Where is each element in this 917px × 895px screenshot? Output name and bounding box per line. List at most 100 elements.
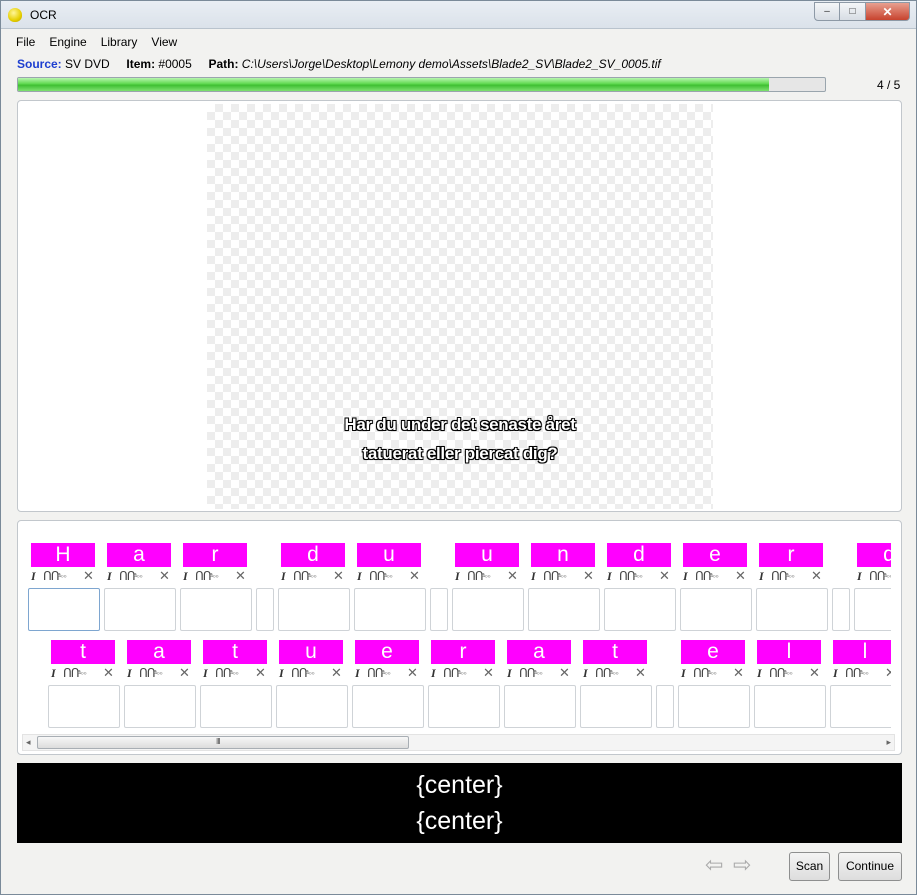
delete-glyph-icon[interactable]: ✕ [809, 665, 820, 681]
subscript-icon[interactable]: a₀₀ [707, 669, 717, 676]
italic-toggle-icon[interactable]: I [203, 666, 208, 681]
glyph-text-input[interactable] [278, 588, 350, 631]
subscript-icon[interactable]: a₀₀ [153, 669, 163, 676]
delete-glyph-icon[interactable]: ✕ [333, 568, 344, 584]
italic-toggle-icon[interactable]: I [127, 666, 132, 681]
glyph-text-input[interactable] [754, 685, 826, 728]
delete-glyph-icon[interactable]: ✕ [255, 665, 266, 681]
delete-glyph-icon[interactable]: ✕ [635, 665, 646, 681]
glyph-text-input[interactable] [528, 588, 600, 631]
continue-button[interactable]: Continue [838, 852, 902, 881]
glyph-text-input[interactable] [428, 685, 500, 728]
glyph-text-input[interactable] [756, 588, 828, 631]
glyph-text-input[interactable] [604, 588, 676, 631]
maximize-button[interactable]: □ [840, 2, 866, 21]
italic-toggle-icon[interactable]: I [507, 666, 512, 681]
italic-toggle-icon[interactable]: I [107, 569, 112, 584]
subscript-icon[interactable]: a₀₀ [229, 669, 239, 676]
delete-glyph-icon[interactable]: ✕ [559, 665, 570, 681]
glyph-text-input[interactable] [830, 685, 891, 728]
close-button[interactable]: ✕ [866, 2, 910, 21]
italic-toggle-icon[interactable]: I [31, 569, 36, 584]
italic-toggle-icon[interactable]: I [607, 569, 612, 584]
glyph-text-input[interactable] [28, 588, 100, 631]
glyph-text-input[interactable] [678, 685, 750, 728]
glyph-text-input[interactable] [180, 588, 252, 631]
delete-glyph-icon[interactable]: ✕ [409, 568, 420, 584]
forward-arrow-icon[interactable]: ⇨ [733, 854, 755, 876]
horizontal-scrollbar[interactable]: ◂ III ▸ [22, 734, 895, 751]
italic-toggle-icon[interactable]: I [455, 569, 460, 584]
scan-button[interactable]: Scan [789, 852, 830, 881]
delete-glyph-icon[interactable]: ✕ [507, 568, 518, 584]
menu-file[interactable]: File [9, 34, 42, 52]
menu-engine[interactable]: Engine [42, 34, 93, 52]
subscript-icon[interactable]: a₀₀ [709, 572, 719, 579]
scroll-right-icon[interactable]: ▸ [886, 737, 891, 748]
italic-toggle-icon[interactable]: I [683, 569, 688, 584]
back-arrow-icon[interactable]: ⇦ [705, 854, 727, 876]
italic-toggle-icon[interactable]: I [857, 569, 862, 584]
subscript-icon[interactable]: a₀₀ [57, 572, 67, 579]
italic-toggle-icon[interactable]: I [681, 666, 686, 681]
subscript-icon[interactable]: a₀₀ [307, 572, 317, 579]
italic-toggle-icon[interactable]: I [757, 666, 762, 681]
glyph-text-input[interactable] [680, 588, 752, 631]
italic-toggle-icon[interactable]: I [431, 666, 436, 681]
delete-glyph-icon[interactable]: ✕ [103, 665, 114, 681]
glyph-text-input[interactable] [580, 685, 652, 728]
delete-glyph-icon[interactable]: ✕ [407, 665, 418, 681]
subscript-icon[interactable]: a₀₀ [859, 669, 869, 676]
subscript-icon[interactable]: a₀₀ [481, 572, 491, 579]
glyph-text-input[interactable] [124, 685, 196, 728]
subscript-icon[interactable]: a₀₀ [209, 572, 219, 579]
subscript-icon[interactable]: a₀₀ [883, 572, 891, 579]
subscript-icon[interactable]: a₀₀ [305, 669, 315, 676]
subscript-icon[interactable]: a₀₀ [783, 669, 793, 676]
glyph-text-input[interactable] [104, 588, 176, 631]
subscript-icon[interactable]: a₀₀ [633, 572, 643, 579]
italic-toggle-icon[interactable]: I [531, 569, 536, 584]
subscript-icon[interactable]: a₀₀ [457, 669, 467, 676]
glyph-text-input[interactable] [200, 685, 272, 728]
glyph-text-input[interactable] [48, 685, 120, 728]
delete-glyph-icon[interactable]: ✕ [885, 665, 891, 681]
menu-library[interactable]: Library [94, 34, 145, 52]
italic-toggle-icon[interactable]: I [51, 666, 56, 681]
glyph-text-input[interactable] [452, 588, 524, 631]
minimize-button[interactable]: – [814, 2, 840, 21]
delete-glyph-icon[interactable]: ✕ [735, 568, 746, 584]
glyph-text-input[interactable] [256, 588, 274, 631]
glyph-text-input[interactable] [276, 685, 348, 728]
delete-glyph-icon[interactable]: ✕ [235, 568, 246, 584]
glyph-text-input[interactable] [352, 685, 424, 728]
delete-glyph-icon[interactable]: ✕ [659, 568, 670, 584]
delete-glyph-icon[interactable]: ✕ [733, 665, 744, 681]
glyph-text-input[interactable] [832, 588, 850, 631]
italic-toggle-icon[interactable]: I [183, 569, 188, 584]
scroll-left-icon[interactable]: ◂ [26, 737, 31, 748]
glyph-text-input[interactable] [656, 685, 674, 728]
delete-glyph-icon[interactable]: ✕ [811, 568, 822, 584]
italic-toggle-icon[interactable]: I [357, 569, 362, 584]
menu-view[interactable]: View [144, 34, 184, 52]
subscript-icon[interactable]: a₀₀ [557, 572, 567, 579]
delete-glyph-icon[interactable]: ✕ [159, 568, 170, 584]
italic-toggle-icon[interactable]: I [279, 666, 284, 681]
subscript-icon[interactable]: a₀₀ [533, 669, 543, 676]
delete-glyph-icon[interactable]: ✕ [583, 568, 594, 584]
glyph-text-input[interactable] [430, 588, 448, 631]
subscript-icon[interactable]: a₀₀ [609, 669, 619, 676]
delete-glyph-icon[interactable]: ✕ [331, 665, 342, 681]
italic-toggle-icon[interactable]: I [833, 666, 838, 681]
delete-glyph-icon[interactable]: ✕ [179, 665, 190, 681]
italic-toggle-icon[interactable]: I [583, 666, 588, 681]
subscript-icon[interactable]: a₀₀ [77, 669, 87, 676]
glyph-text-input[interactable] [854, 588, 891, 631]
italic-toggle-icon[interactable]: I [281, 569, 286, 584]
glyph-text-input[interactable] [354, 588, 426, 631]
subscript-icon[interactable]: a₀₀ [785, 572, 795, 579]
subscript-icon[interactable]: a₀₀ [133, 572, 143, 579]
italic-toggle-icon[interactable]: I [355, 666, 360, 681]
glyph-text-input[interactable] [504, 685, 576, 728]
